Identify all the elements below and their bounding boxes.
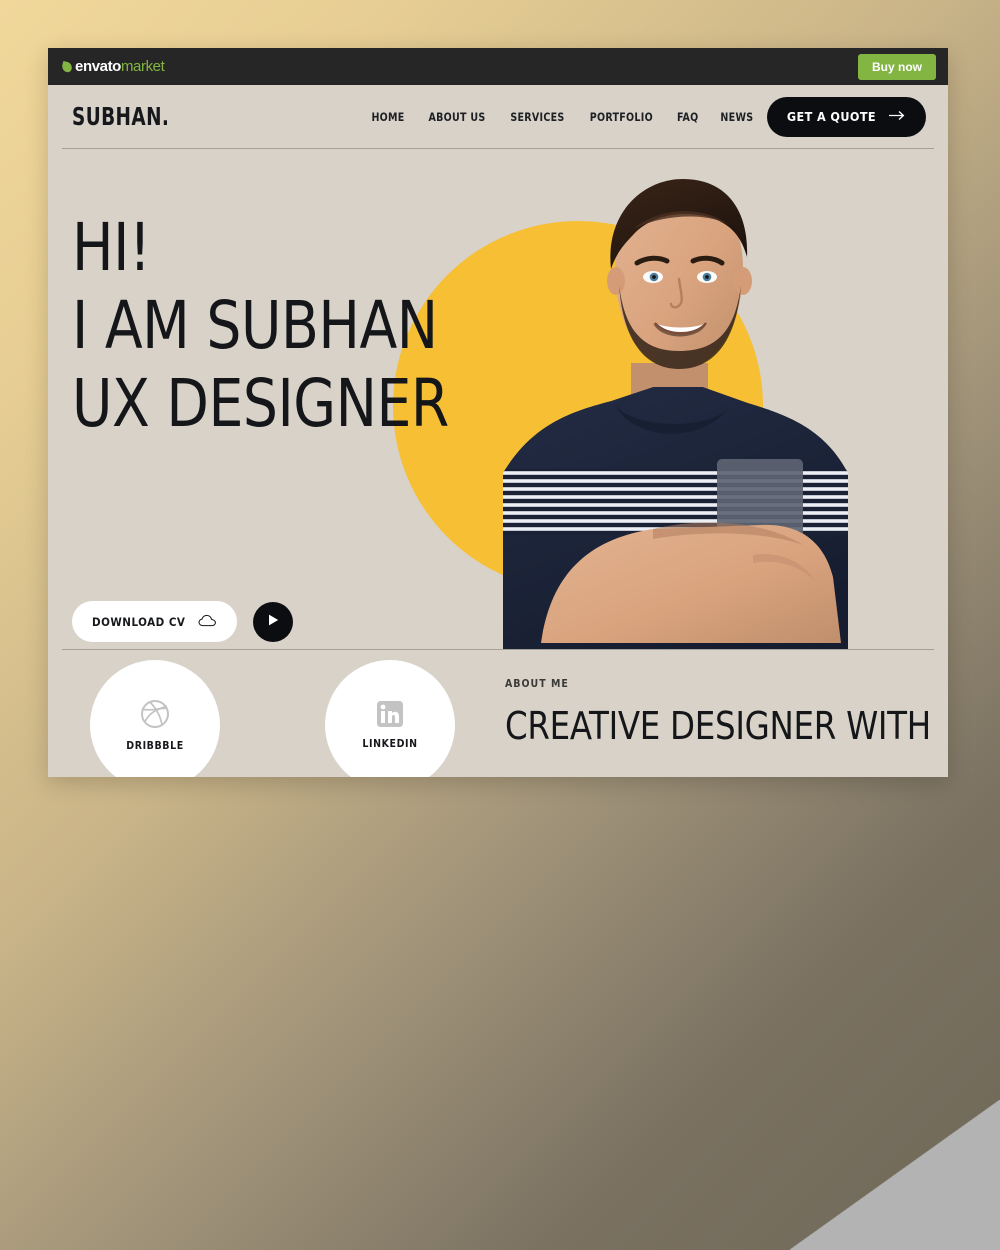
get-a-quote-label: GET A QUOTE xyxy=(786,109,876,124)
hero-portrait-photo xyxy=(503,179,848,649)
hero-line-3: UX DESIGNER xyxy=(72,365,449,442)
envato-logo-word-secondary: market xyxy=(120,58,165,75)
social-link-dribbble[interactable]: DRIBBBLE xyxy=(90,660,220,777)
brand-logo[interactable]: SUBHAN. xyxy=(72,102,169,131)
buy-now-button[interactable]: Buy now xyxy=(858,53,936,80)
about-heading: CREATIVE DESIGNER WITH xyxy=(505,704,931,748)
social-link-linkedin[interactable]: LINKEDIN xyxy=(325,660,455,777)
arrow-right-icon xyxy=(889,109,906,124)
envato-logo-word-primary: envato xyxy=(75,58,121,75)
nav-item-news[interactable]: NEWS xyxy=(720,110,753,124)
social-label-dribbble: DRIBBBLE xyxy=(126,739,184,752)
play-video-button[interactable] xyxy=(253,601,294,642)
envato-market-logo[interactable]: envato market xyxy=(60,58,165,75)
hero-section: HI! I AM SUBHAN UX DESIGNER DOWNLOAD CV xyxy=(48,149,948,649)
social-label-linkedin: LINKEDIN xyxy=(362,737,418,750)
nav-item-about-us[interactable]: ABOUT US xyxy=(429,110,486,124)
hero-headline: HI! I AM SUBHAN UX DESIGNER xyxy=(72,209,477,443)
linkedin-icon xyxy=(377,700,403,732)
browser-window: envato market Buy now SUBHAN. HOME ABOUT … xyxy=(48,48,948,777)
corner-triangle-decoration xyxy=(790,1100,1000,1250)
site-header: SUBHAN. HOME ABOUT US SERVICES PORTFOLIO… xyxy=(48,85,948,148)
hero-line-1: HI! xyxy=(72,209,151,286)
envato-leaf-icon xyxy=(60,60,74,73)
nav-item-portfolio[interactable]: PORTFOLIO xyxy=(590,110,653,124)
nav-item-services[interactable]: SERVICES xyxy=(510,110,564,124)
about-eyebrow-label: ABOUT ME xyxy=(505,678,569,690)
play-icon xyxy=(267,613,280,630)
nav-item-faq[interactable]: FAQ xyxy=(677,110,699,124)
download-cv-label: DOWNLOAD CV xyxy=(92,614,186,629)
hero-actions: DOWNLOAD CV xyxy=(72,601,294,642)
about-copy: ABOUT ME CREATIVE DESIGNER WITH xyxy=(505,678,948,748)
dribbble-icon xyxy=(140,699,170,734)
download-cv-button[interactable]: DOWNLOAD CV xyxy=(72,601,238,642)
nav-item-home[interactable]: HOME xyxy=(371,110,404,124)
hero-line-2: I AM SUBHAN xyxy=(72,287,438,364)
get-a-quote-button[interactable]: GET A QUOTE xyxy=(766,96,926,137)
cloud-download-icon xyxy=(198,614,217,630)
envato-market-bar: envato market Buy now xyxy=(48,48,948,85)
about-section: DRIBBBLE LINKEDIN ABOUT ME CREATIVE DESI… xyxy=(48,650,948,777)
